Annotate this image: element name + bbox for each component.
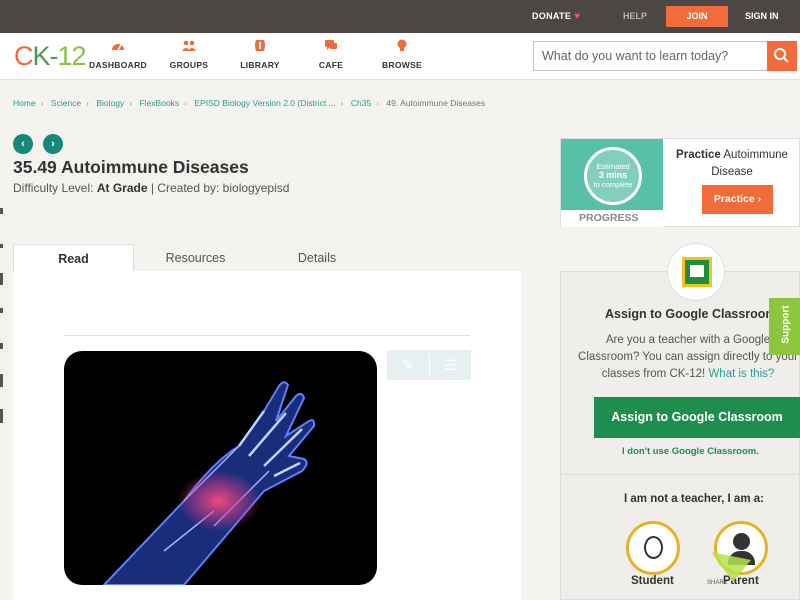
breadcrumb-current: 49. Autoimmune Diseases bbox=[386, 98, 486, 108]
ck12-logo[interactable]: CK-12 bbox=[14, 41, 87, 72]
edge-mark bbox=[0, 308, 3, 313]
search-box bbox=[533, 41, 797, 71]
note-toolbar: ✎ ☰ bbox=[387, 350, 471, 380]
share-label[interactable]: SHARE bbox=[707, 580, 728, 586]
nav-cafe[interactable]: CAFE bbox=[296, 39, 366, 70]
page-title: 35.49 Autoimmune Diseases bbox=[13, 157, 249, 177]
read-panel: ✎ ☰ bbox=[13, 271, 521, 600]
chevron-right-icon: › bbox=[340, 98, 344, 108]
donate-link[interactable]: DONATE ♥ bbox=[532, 11, 580, 22]
share-arrow-icon[interactable] bbox=[711, 552, 751, 582]
pencil-icon[interactable]: ✎ bbox=[387, 350, 429, 380]
browse-icon bbox=[397, 39, 407, 51]
tab-resources[interactable]: Resources bbox=[144, 244, 247, 272]
assign-description: Are you a teacher with a Google Classroo… bbox=[578, 334, 798, 380]
divider bbox=[560, 474, 800, 475]
edge-mark bbox=[0, 273, 3, 285]
edge-mark bbox=[0, 374, 3, 387]
parent-icon bbox=[733, 533, 750, 550]
page-meta: Difficulty Level: At Grade | Created by:… bbox=[13, 181, 290, 195]
chevron-right-icon: › bbox=[86, 98, 89, 108]
edge-mark bbox=[0, 208, 3, 214]
breadcrumb: Home › Science › Biology › FlexBooks › EPISD… bbox=[13, 98, 485, 108]
help-link[interactable]: HELP bbox=[623, 11, 647, 21]
nav-dashboard[interactable]: DASHBOARD bbox=[83, 39, 153, 70]
tab-details[interactable]: Details bbox=[267, 244, 367, 272]
progress-circle: Estimated 3 mins to complete bbox=[584, 147, 642, 205]
notes-icon[interactable]: ☰ bbox=[429, 350, 471, 380]
prev-button[interactable]: ‹ bbox=[13, 134, 33, 154]
edge-mark bbox=[0, 409, 3, 423]
top-bar: DONATE ♥ HELP JOIN SIGN IN bbox=[0, 0, 800, 33]
breadcrumb-home[interactable]: Home bbox=[13, 98, 36, 108]
edge-mark bbox=[0, 244, 3, 248]
student-role-button[interactable] bbox=[626, 521, 680, 575]
difficulty-value: At Grade bbox=[96, 181, 148, 195]
chevron-right-icon: › bbox=[376, 98, 380, 108]
breadcrumb-flexbooks[interactable]: FlexBooks bbox=[139, 98, 179, 108]
heart-icon: ♥ bbox=[574, 11, 581, 22]
hand-xray-image bbox=[64, 351, 377, 585]
google-classroom-icon bbox=[682, 257, 712, 287]
progress-label: PROGRESS bbox=[561, 210, 663, 227]
chevron-right-icon: › bbox=[129, 98, 133, 108]
chevron-right-icon: › bbox=[40, 98, 44, 108]
breadcrumb-chapter[interactable]: Ch35 bbox=[351, 98, 371, 108]
nav-browse[interactable]: BROWSE bbox=[367, 39, 437, 70]
practice-button[interactable]: Practice › bbox=[702, 185, 773, 214]
what-is-this-link[interactable]: What is this? bbox=[708, 368, 774, 380]
student-label: Student bbox=[631, 575, 674, 587]
groups-icon bbox=[182, 40, 196, 51]
library-icon bbox=[255, 40, 265, 51]
chevron-left-icon: ‹ bbox=[21, 138, 25, 150]
search-icon bbox=[774, 48, 789, 63]
search-button[interactable] bbox=[767, 41, 797, 71]
content-tabs: Read Resources Details bbox=[13, 244, 521, 272]
practice-card: Estimated 3 mins to complete PROGRESS Prac… bbox=[560, 138, 800, 227]
join-button[interactable]: JOIN bbox=[666, 6, 728, 27]
chevron-right-icon: › bbox=[51, 138, 55, 150]
nav-groups[interactable]: GROUPS bbox=[154, 39, 224, 70]
practice-title: Practice Autoimmune Disease bbox=[676, 149, 788, 178]
no-google-classroom-link[interactable]: I don't use Google Classroom. bbox=[622, 446, 759, 457]
nav-library[interactable]: LIBRARY bbox=[225, 39, 295, 70]
tab-read[interactable]: Read bbox=[13, 244, 134, 272]
search-input[interactable] bbox=[534, 42, 768, 70]
cafe-icon bbox=[325, 40, 337, 50]
main-nav: CK-12 DASHBOARD GROUPS LIBRARY CAFE BROW… bbox=[0, 33, 800, 80]
breadcrumb-book[interactable]: EPISD Biology Version 2.0 (District ... bbox=[194, 98, 335, 108]
student-icon bbox=[644, 536, 663, 559]
role-prompt: I am not a teacher, I am a: bbox=[624, 493, 764, 505]
assign-title: Assign to Google Classroom bbox=[605, 307, 777, 321]
support-tab[interactable]: Support bbox=[769, 298, 800, 355]
google-classroom-badge bbox=[667, 243, 725, 301]
dashboard-icon bbox=[112, 44, 124, 51]
edge-mark bbox=[0, 343, 3, 349]
divider bbox=[64, 335, 470, 336]
chevron-right-icon: › bbox=[184, 98, 188, 108]
practice-thumbnail[interactable]: Estimated 3 mins to complete PROGRESS bbox=[561, 139, 663, 227]
next-button[interactable]: › bbox=[43, 134, 63, 154]
sign-in-link[interactable]: SIGN IN bbox=[745, 11, 779, 21]
breadcrumb-science[interactable]: Science bbox=[51, 98, 81, 108]
breadcrumb-biology[interactable]: Biology bbox=[96, 98, 124, 108]
assign-google-classroom-button[interactable]: Assign to Google Classroom bbox=[594, 397, 800, 438]
